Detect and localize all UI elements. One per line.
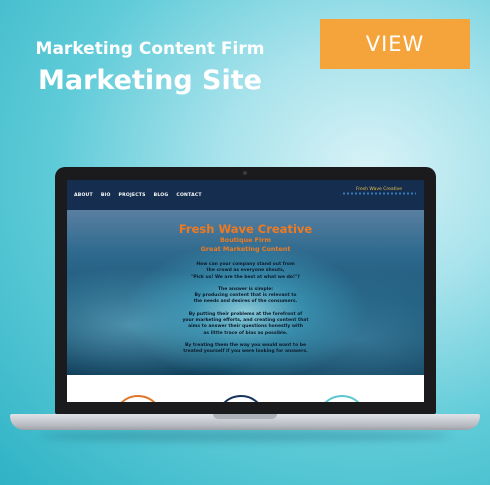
logo-text: Fresh Wave Creative [356, 187, 403, 192]
service-circle-orange [113, 395, 163, 402]
service-circle-navy [216, 395, 266, 402]
site-logo[interactable]: Fresh Wave Creative [342, 187, 416, 201]
nav-link-blog[interactable]: BLOG [154, 193, 169, 198]
laptop-shadow [40, 430, 450, 442]
camera-icon [243, 171, 247, 175]
nav-link-bio[interactable]: BIO [101, 193, 111, 198]
laptop-notch [213, 414, 277, 419]
category-label: Marketing Content Firm [35, 39, 265, 59]
view-button[interactable]: VIEW [320, 19, 470, 69]
service-circle-teal [317, 395, 367, 402]
nav-link-about[interactable]: ABOUT [74, 193, 93, 198]
site-hero: Fresh Wave Creative Boutique Firm Great … [67, 210, 424, 375]
laptop-base [10, 414, 480, 430]
site-subtitle-1: Boutique Firm [219, 236, 272, 244]
site-title: Fresh Wave Creative [178, 222, 313, 236]
logo-dots-icon [342, 192, 416, 195]
site-subtitle-2: Great Marketing Content [200, 245, 291, 253]
hero-paragraph: By treating them the way you would want … [183, 342, 308, 355]
site-nav-bar: ABOUT BIO PROJECTS BLOG CONTACT Fresh Wa… [67, 180, 424, 210]
page-title: Marketing Site [38, 65, 262, 96]
website-screenshot: ABOUT BIO PROJECTS BLOG CONTACT Fresh Wa… [67, 180, 424, 402]
hero-paragraph: The answer is simple: By producing conte… [193, 286, 298, 305]
site-content-section [67, 375, 424, 402]
hero-paragraph: How can your company stand out from the … [191, 262, 300, 280]
laptop-mockup: ABOUT BIO PROJECTS BLOG CONTACT Fresh Wa… [55, 167, 436, 414]
nav-link-projects[interactable]: PROJECTS [119, 193, 146, 198]
hero-paragraph: By putting their problems at the forefro… [182, 311, 309, 336]
hero-heading-block: Marketing Content Firm Marketing Site [0, 38, 300, 98]
nav-link-contact[interactable]: CONTACT [176, 193, 201, 198]
